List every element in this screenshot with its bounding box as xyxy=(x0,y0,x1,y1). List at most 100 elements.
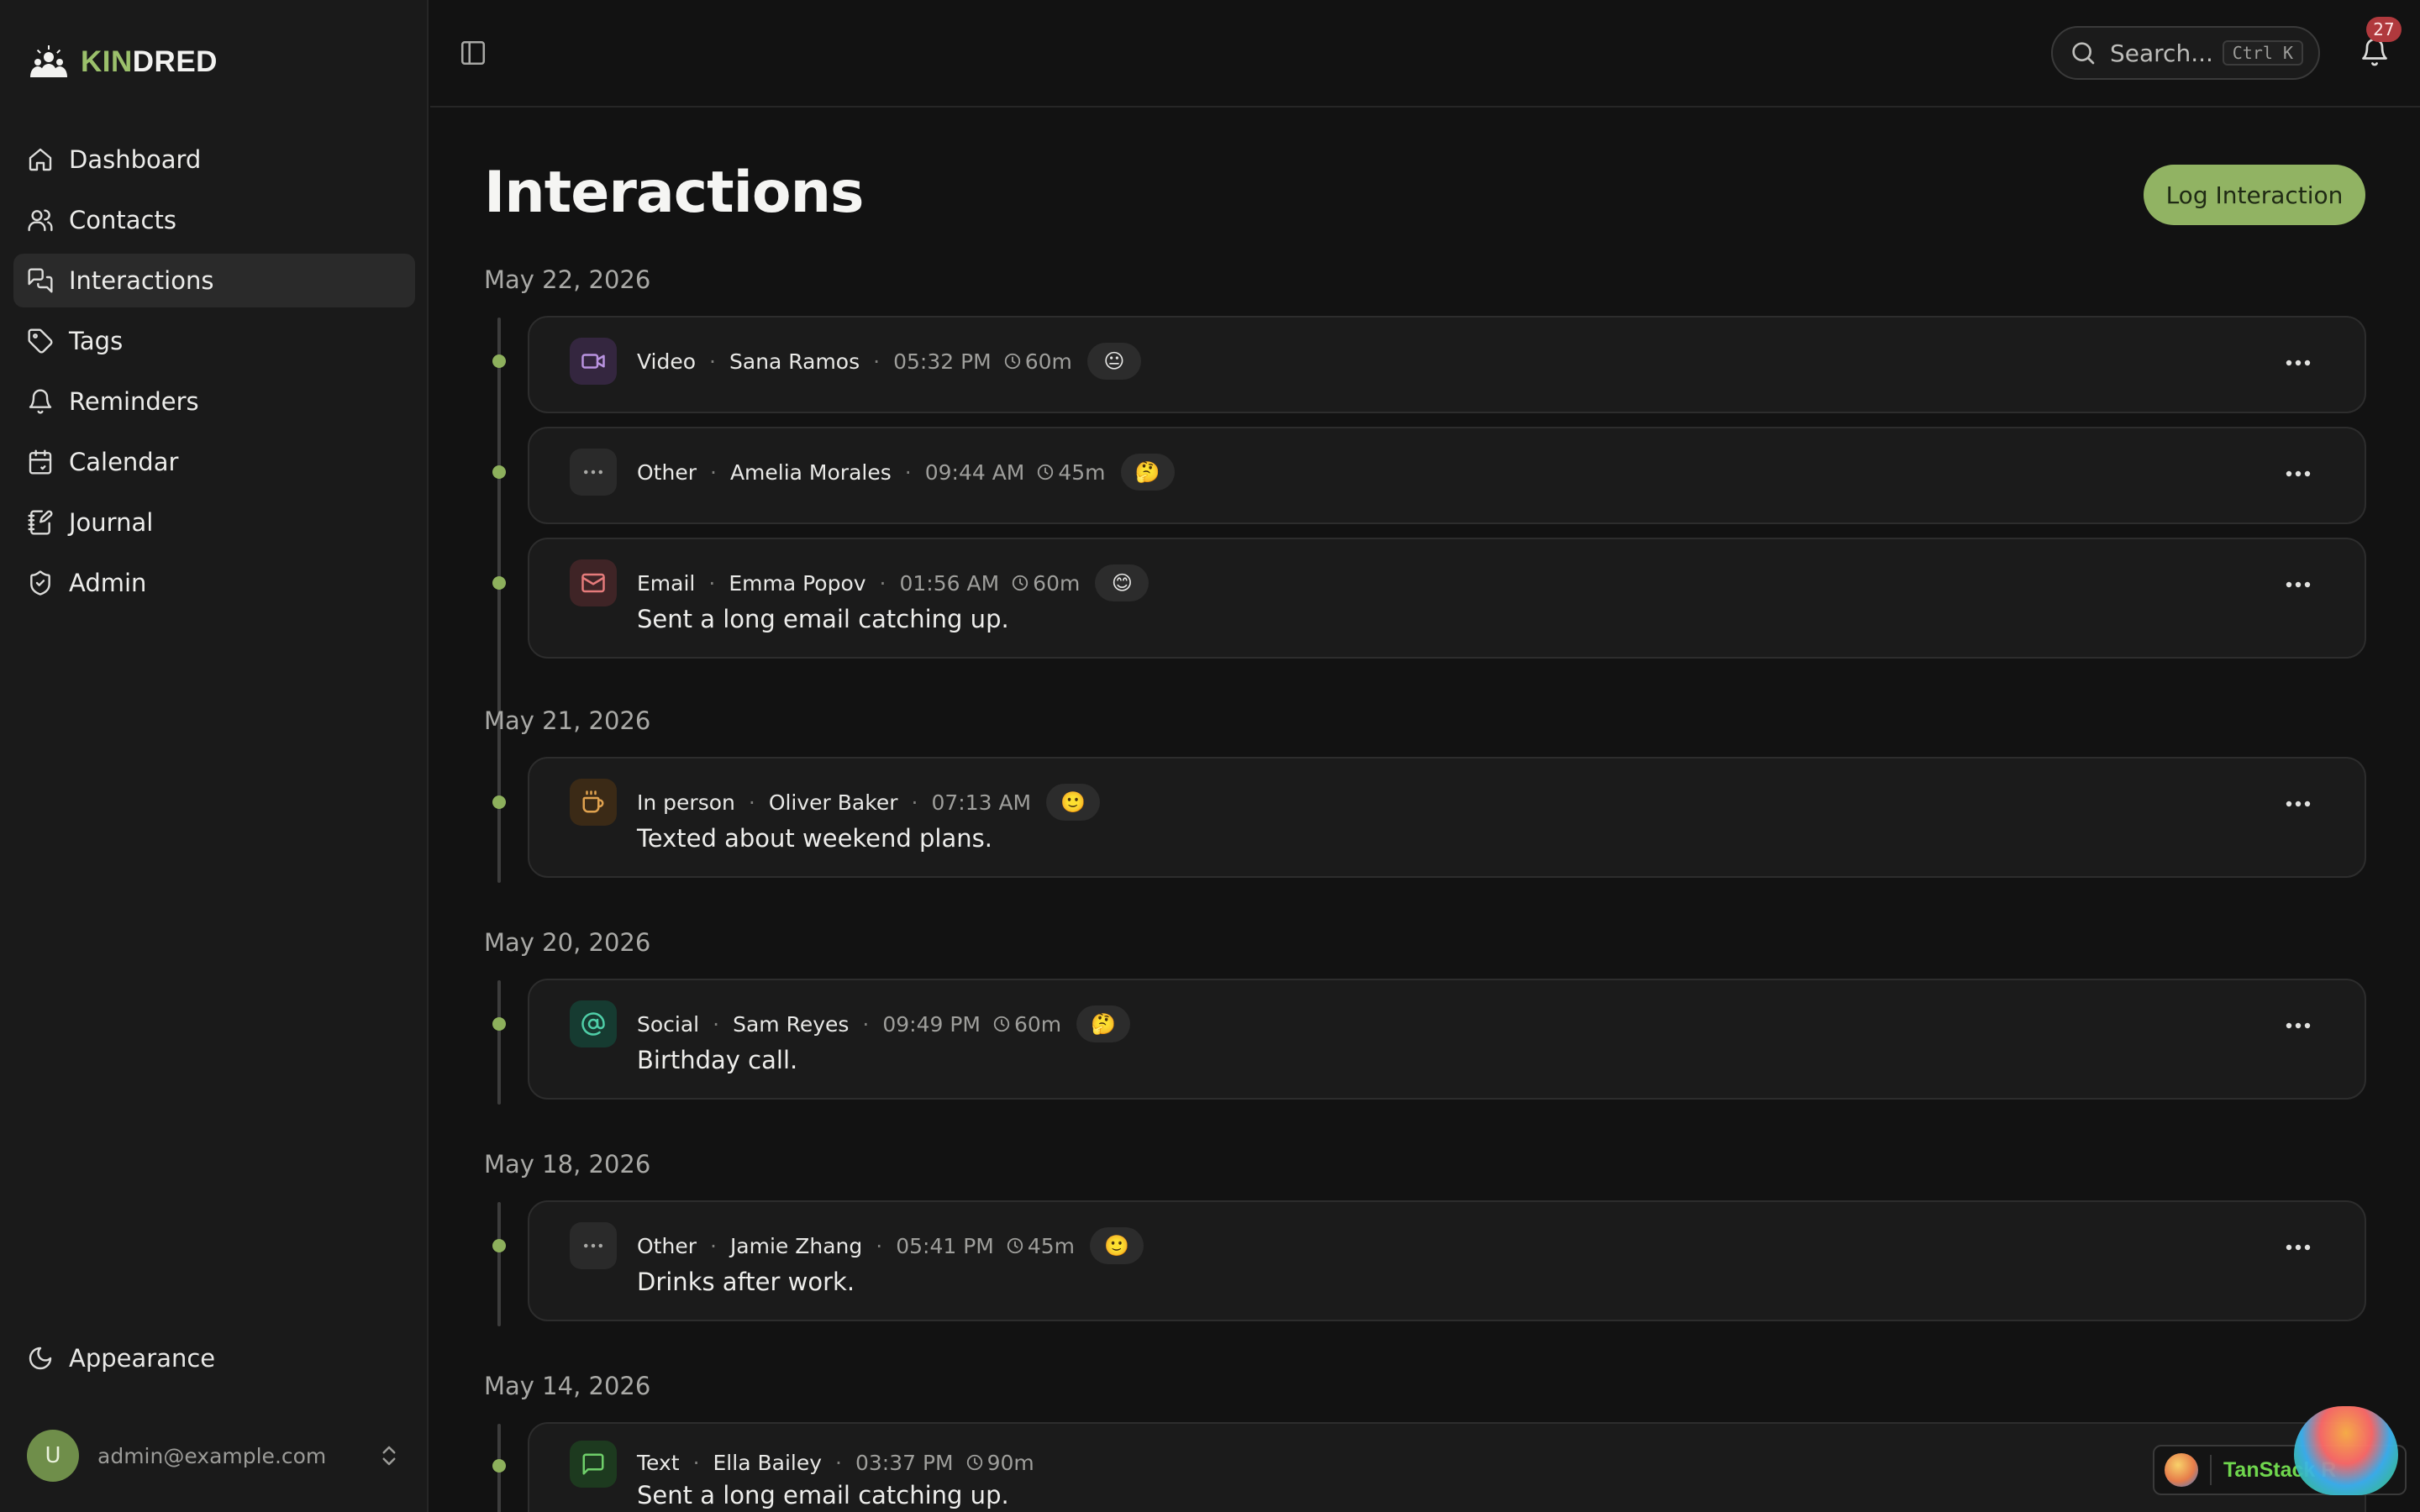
interaction-type: Social xyxy=(637,1011,700,1037)
duration: 60m xyxy=(1003,349,1072,374)
sidebar-item-label: Calendar xyxy=(69,448,179,476)
coffee-icon xyxy=(582,790,604,813)
timeline-line xyxy=(497,980,501,1105)
avatar: U xyxy=(27,1430,79,1482)
query-devtools-orb-icon[interactable] xyxy=(2294,1406,2398,1495)
sidebar: KINDRED Dashboard Contacts Interactions … xyxy=(0,0,429,1512)
sidebar-item-journal[interactable]: Journal xyxy=(13,496,415,549)
group-date: May 14, 2026 xyxy=(484,1372,651,1400)
contact-name[interactable]: Ella Bailey xyxy=(713,1451,823,1475)
timeline-line xyxy=(497,318,501,816)
contact-name[interactable]: Sana Ramos xyxy=(729,349,860,374)
duration-value: 60m xyxy=(1024,349,1072,374)
separator: · xyxy=(709,349,716,374)
clock-icon xyxy=(1004,353,1020,370)
contact-name[interactable]: Oliver Baker xyxy=(769,790,898,815)
group-date: May 22, 2026 xyxy=(484,265,651,294)
duration: 45m xyxy=(1036,460,1106,485)
more-options-icon[interactable] xyxy=(2284,465,2312,482)
interaction-type: Text xyxy=(637,1450,680,1475)
interaction-time: 03:37 PM xyxy=(855,1450,954,1475)
interaction-note: Sent a long email catching up. xyxy=(637,605,1009,633)
type-icon-box xyxy=(570,338,617,385)
interaction-time: 07:13 AM xyxy=(931,790,1032,815)
more-options-icon[interactable] xyxy=(2284,1017,2312,1034)
sidebar-item-calendar[interactable]: Calendar xyxy=(13,435,415,489)
mood-badge: 😐 xyxy=(1086,343,1141,380)
sidebar-item-label: Tags xyxy=(69,327,124,355)
timeline-dot xyxy=(492,1459,506,1473)
sidebar-nav: Dashboard Contacts Interactions Tags Rem… xyxy=(13,133,415,617)
appearance-toggle[interactable]: Appearance xyxy=(27,1344,215,1373)
interaction-card[interactable]: Other · Jamie Zhang · 05:41 PM 45m 🙂 Dri… xyxy=(528,1200,2366,1321)
appearance-label: Appearance xyxy=(69,1344,216,1373)
interaction-card[interactable]: Social · Sam Reyes · 09:49 PM 60m 🤔 Birt… xyxy=(528,979,2366,1100)
mood-badge: 🤔 xyxy=(1076,1005,1131,1042)
more-options-icon[interactable] xyxy=(2284,354,2312,371)
interaction-meta: In person · Oliver Baker · 07:13 AM 🙂 xyxy=(637,782,1101,822)
mood-badge: 🙂 xyxy=(1046,784,1101,821)
user-email: admin@example.com xyxy=(97,1443,327,1468)
timeline-dot xyxy=(492,465,506,479)
timeline-dot xyxy=(492,1239,506,1252)
interaction-card[interactable]: Video · Sana Ramos · 05:32 PM 60m 😐 xyxy=(528,316,2366,413)
timeline-dot xyxy=(492,576,506,590)
interaction-card[interactable]: In person · Oliver Baker · 07:13 AM 🙂 Te… xyxy=(528,757,2366,878)
interaction-time: 09:44 AM xyxy=(924,459,1025,485)
group-date: May 20, 2026 xyxy=(484,928,651,957)
sidebar-toggle-icon[interactable] xyxy=(459,39,487,67)
timeline-dot xyxy=(492,354,506,368)
clock-icon xyxy=(966,1454,982,1471)
type-icon-box xyxy=(570,559,617,606)
sidebar-item-contacts[interactable]: Contacts xyxy=(13,193,415,247)
contact-name[interactable]: Emma Popov xyxy=(729,571,865,596)
separator: · xyxy=(709,459,717,485)
interaction-time: 09:49 PM xyxy=(882,1011,981,1037)
separator: · xyxy=(862,1011,870,1037)
sidebar-item-interactions[interactable]: Interactions xyxy=(13,254,415,307)
contact-name[interactable]: Amelia Morales xyxy=(730,460,892,485)
separator: · xyxy=(748,790,755,815)
notification-count-badge: 27 xyxy=(2366,17,2402,42)
date-group: May 20, 2026 Social · Sam Reyes · 09:49 … xyxy=(484,928,2366,1105)
interaction-note: Drinks after work. xyxy=(637,1268,855,1296)
sidebar-item-dashboard[interactable]: Dashboard xyxy=(13,133,415,186)
separator: · xyxy=(879,570,886,596)
separator: · xyxy=(835,1450,842,1475)
contact-name[interactable]: Sam Reyes xyxy=(733,1012,849,1037)
moon-icon xyxy=(29,1347,52,1370)
more-options-icon[interactable] xyxy=(2284,1239,2312,1256)
more-options-icon[interactable] xyxy=(2284,576,2312,593)
interaction-card[interactable]: Email · Emma Popov · 01:56 AM 60m 😊 Sent… xyxy=(528,538,2366,659)
notebook-pen-icon xyxy=(28,510,53,535)
log-interaction-button[interactable]: Log Interaction xyxy=(2144,165,2365,225)
brand-name: KINDRED xyxy=(81,45,218,78)
interaction-note: Birthday call. xyxy=(637,1046,798,1074)
interaction-meta: Social · Sam Reyes · 09:49 PM 60m 🤔 xyxy=(637,1004,1131,1044)
separator: · xyxy=(713,1011,720,1037)
interaction-card[interactable]: Other · Amelia Morales · 09:44 AM 45m 🤔 xyxy=(528,427,2366,524)
sidebar-item-label: Interactions xyxy=(69,266,214,295)
sidebar-item-reminders[interactable]: Reminders xyxy=(13,375,415,428)
timeline-line xyxy=(497,759,501,883)
sidebar-item-label: Dashboard xyxy=(69,145,202,174)
contact-name[interactable]: Jamie Zhang xyxy=(730,1234,862,1258)
separator: · xyxy=(904,459,912,485)
date-group: May 22, 2026 Video · Sana Ramos · 05:32 … xyxy=(484,265,2366,816)
user-menu[interactable]: U admin@example.com xyxy=(27,1430,402,1482)
top-bar: Search... Ctrl K 27 xyxy=(430,0,2420,108)
bell-icon xyxy=(29,389,52,414)
duration-value: 60m xyxy=(1033,570,1081,596)
interaction-card[interactable]: Text · Ella Bailey · 03:37 PM 90m Sent a… xyxy=(528,1422,2366,1512)
clock-icon xyxy=(1038,464,1054,480)
sidebar-item-tags[interactable]: Tags xyxy=(13,314,415,368)
interaction-time: 05:32 PM xyxy=(893,349,992,374)
search-input[interactable]: Search... Ctrl K xyxy=(2051,26,2320,80)
more-options-icon[interactable] xyxy=(2284,795,2312,812)
type-icon-box xyxy=(570,1222,617,1269)
brand-logo[interactable]: KINDRED xyxy=(29,44,218,81)
type-icon-box xyxy=(570,1000,617,1047)
sidebar-item-admin[interactable]: Admin xyxy=(13,556,415,610)
tanstack-logo-icon xyxy=(2165,1453,2198,1487)
calendar-icon xyxy=(29,449,52,475)
